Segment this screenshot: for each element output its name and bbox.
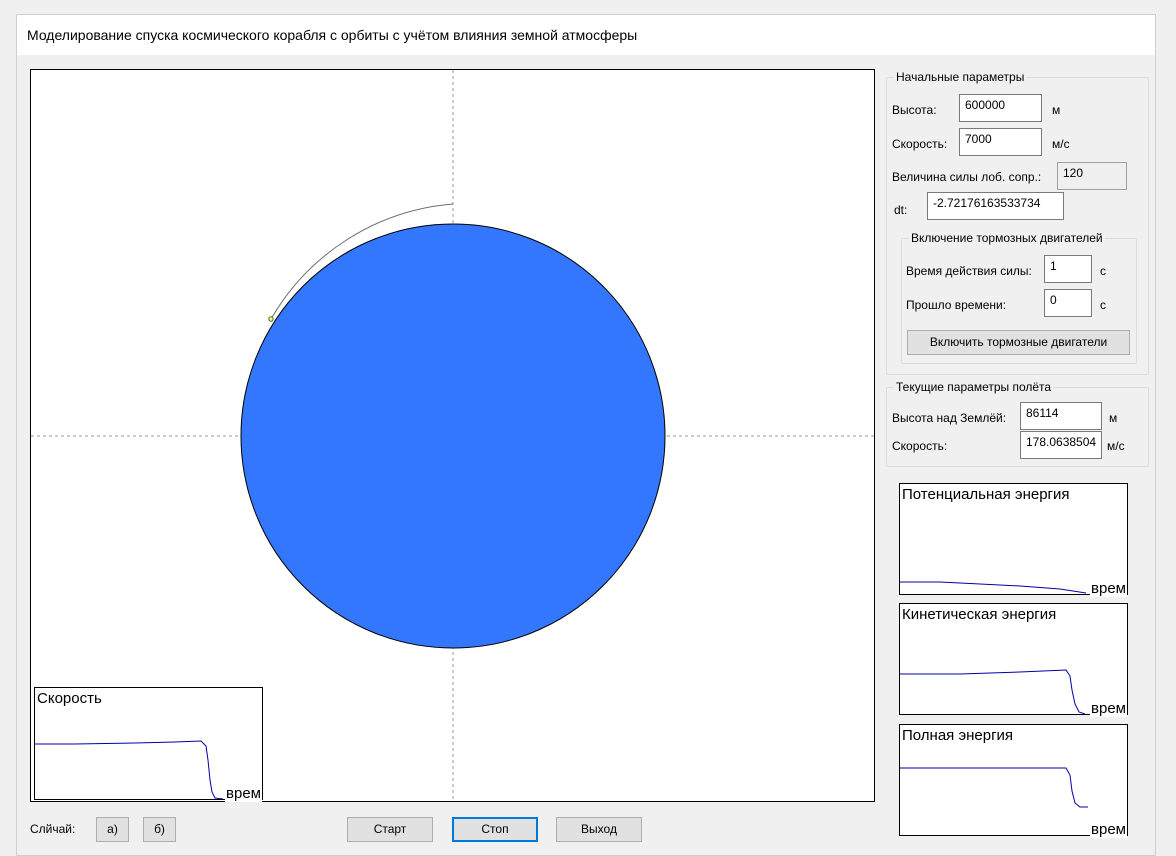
- potential-energy-chart: Потенциальная энергия врем: [899, 483, 1128, 597]
- current-params-legend: Текущие параметры полёта: [894, 380, 1054, 394]
- brake-elapsed-label: Прошло времени:: [906, 298, 1007, 312]
- current-speed-label: Скорость:: [892, 439, 948, 453]
- total-chart-axis-label: врем: [1090, 821, 1127, 838]
- brake-time-unit: с: [1100, 264, 1106, 278]
- total-energy-chart: Полная энергия врем: [899, 724, 1128, 838]
- speed-chart-axis-label: врем: [225, 785, 262, 802]
- potential-chart-line: [900, 581, 1087, 594]
- current-speed-field[interactable]: 178.0638504: [1020, 431, 1102, 459]
- speed-chart-line: [35, 740, 224, 799]
- brake-elapsed-input[interactable]: 0: [1044, 289, 1092, 317]
- brake-legend: Включение тормозных двигателей: [909, 231, 1105, 245]
- dt-input[interactable]: -2.72176163533734: [927, 192, 1064, 220]
- current-height-unit: м: [1109, 411, 1118, 425]
- case-b-button[interactable]: б): [143, 817, 176, 842]
- window-title: Моделирование спуска космического корабл…: [27, 27, 638, 43]
- kinetic-chart-line: [900, 669, 1086, 714]
- brake-time-input[interactable]: 1: [1044, 255, 1092, 283]
- potential-chart-axis-label: врем: [1090, 580, 1127, 597]
- potential-chart-title: Потенциальная энергия: [902, 486, 1070, 503]
- exit-button[interactable]: Выход: [556, 817, 642, 842]
- initial-speed-label: Скорость:: [892, 137, 948, 151]
- stop-button[interactable]: Стоп: [452, 817, 538, 842]
- kinetic-chart-axis-label: врем: [1090, 700, 1127, 717]
- case-a-button[interactable]: а): [96, 817, 129, 842]
- total-chart-title: Полная энергия: [902, 727, 1014, 744]
- initial-height-input[interactable]: 600000: [959, 94, 1042, 122]
- current-params-group: Текущие параметры полёта Высота над Земл…: [886, 380, 1149, 467]
- earth-circle: [240, 223, 666, 649]
- title-bar: Моделирование спуска космического корабл…: [17, 15, 1155, 55]
- dt-label: dt:: [894, 203, 908, 217]
- speed-chart-title: Скорость: [37, 690, 102, 707]
- kinetic-energy-chart: Кинетическая энергия врем: [899, 603, 1128, 717]
- enable-brakes-button[interactable]: Включить тормозные двигатели: [907, 330, 1130, 355]
- initial-height-label: Высота:: [892, 103, 937, 117]
- current-speed-unit: м/с: [1107, 439, 1125, 453]
- speed-chart: Скорость врем: [34, 687, 263, 802]
- start-button[interactable]: Старт: [347, 817, 433, 842]
- initial-speed-unit: м/с: [1052, 137, 1070, 151]
- current-height-label: Высота над Землёй:: [892, 411, 1007, 425]
- brake-group: Включение тормозных двигателей Время дей…: [901, 231, 1137, 364]
- drag-value-field: 120: [1057, 162, 1127, 190]
- app-window: Моделирование спуска космического корабл…: [16, 14, 1156, 856]
- initial-params-legend: Начальные параметры: [894, 70, 1027, 84]
- current-height-field[interactable]: 86114: [1020, 402, 1102, 430]
- initial-height-unit: м: [1052, 103, 1061, 117]
- simulation-canvas: Скорость врем: [30, 69, 875, 802]
- spacecraft-marker: [268, 316, 274, 322]
- total-chart-line: [900, 767, 1088, 808]
- brake-elapsed-unit: с: [1100, 298, 1106, 312]
- initial-params-group: Начальные параметры Высота: 600000 м Ско…: [886, 70, 1149, 375]
- brake-time-label: Время действия силы:: [906, 264, 1032, 278]
- initial-speed-input[interactable]: 7000: [959, 128, 1042, 156]
- kinetic-chart-title: Кинетическая энергия: [902, 606, 1057, 623]
- case-label: Слйчай:: [30, 822, 76, 836]
- drag-label: Величина силы лоб. сопр.:: [892, 170, 1042, 184]
